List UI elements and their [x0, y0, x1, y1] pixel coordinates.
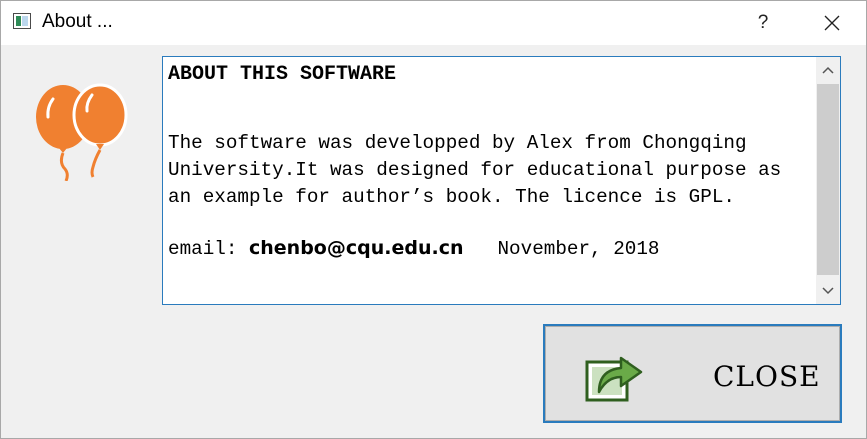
close-icon [824, 15, 840, 31]
description-line: an example for author’s book. The licenc… [168, 186, 735, 208]
about-dialog: About ... ? ABOUT THIS SOFTWARE The soft… [0, 0, 867, 439]
window-title: About ... [42, 11, 113, 32]
help-button[interactable]: ? [746, 5, 780, 41]
scroll-down-button[interactable] [816, 280, 840, 302]
about-description: The software was developped by Alex from… [168, 130, 808, 211]
balloons-icon [36, 83, 128, 181]
chevron-down-icon [822, 287, 834, 295]
chevron-up-icon [822, 66, 834, 74]
about-heading: ABOUT THIS SOFTWARE [168, 63, 397, 86]
release-date: November, 2018 [497, 238, 660, 260]
window-close-button[interactable] [813, 5, 851, 41]
description-line: University.It was designed for education… [168, 159, 782, 181]
contact-line: email: chenbo@cqu.edu.cn November, 2018 [168, 237, 808, 260]
email-label: email: [168, 238, 249, 260]
export-arrow-icon [585, 356, 643, 402]
close-button[interactable]: CLOSE [543, 324, 842, 423]
scrollbar-thumb[interactable] [817, 84, 839, 275]
about-text-area[interactable]: ABOUT THIS SOFTWARE The software was dev… [162, 56, 841, 305]
scroll-up-button[interactable] [816, 59, 840, 81]
about-text: ABOUT THIS SOFTWARE The software was dev… [168, 63, 808, 260]
email-address: chenbo@cqu.edu.cn [249, 237, 464, 259]
description-line: The software was developped by Alex from… [168, 132, 747, 154]
title-bar: About ... ? [1, 1, 866, 45]
vertical-scrollbar[interactable] [816, 57, 840, 304]
close-button-label: CLOSE [713, 360, 821, 393]
app-window-icon [13, 13, 31, 29]
